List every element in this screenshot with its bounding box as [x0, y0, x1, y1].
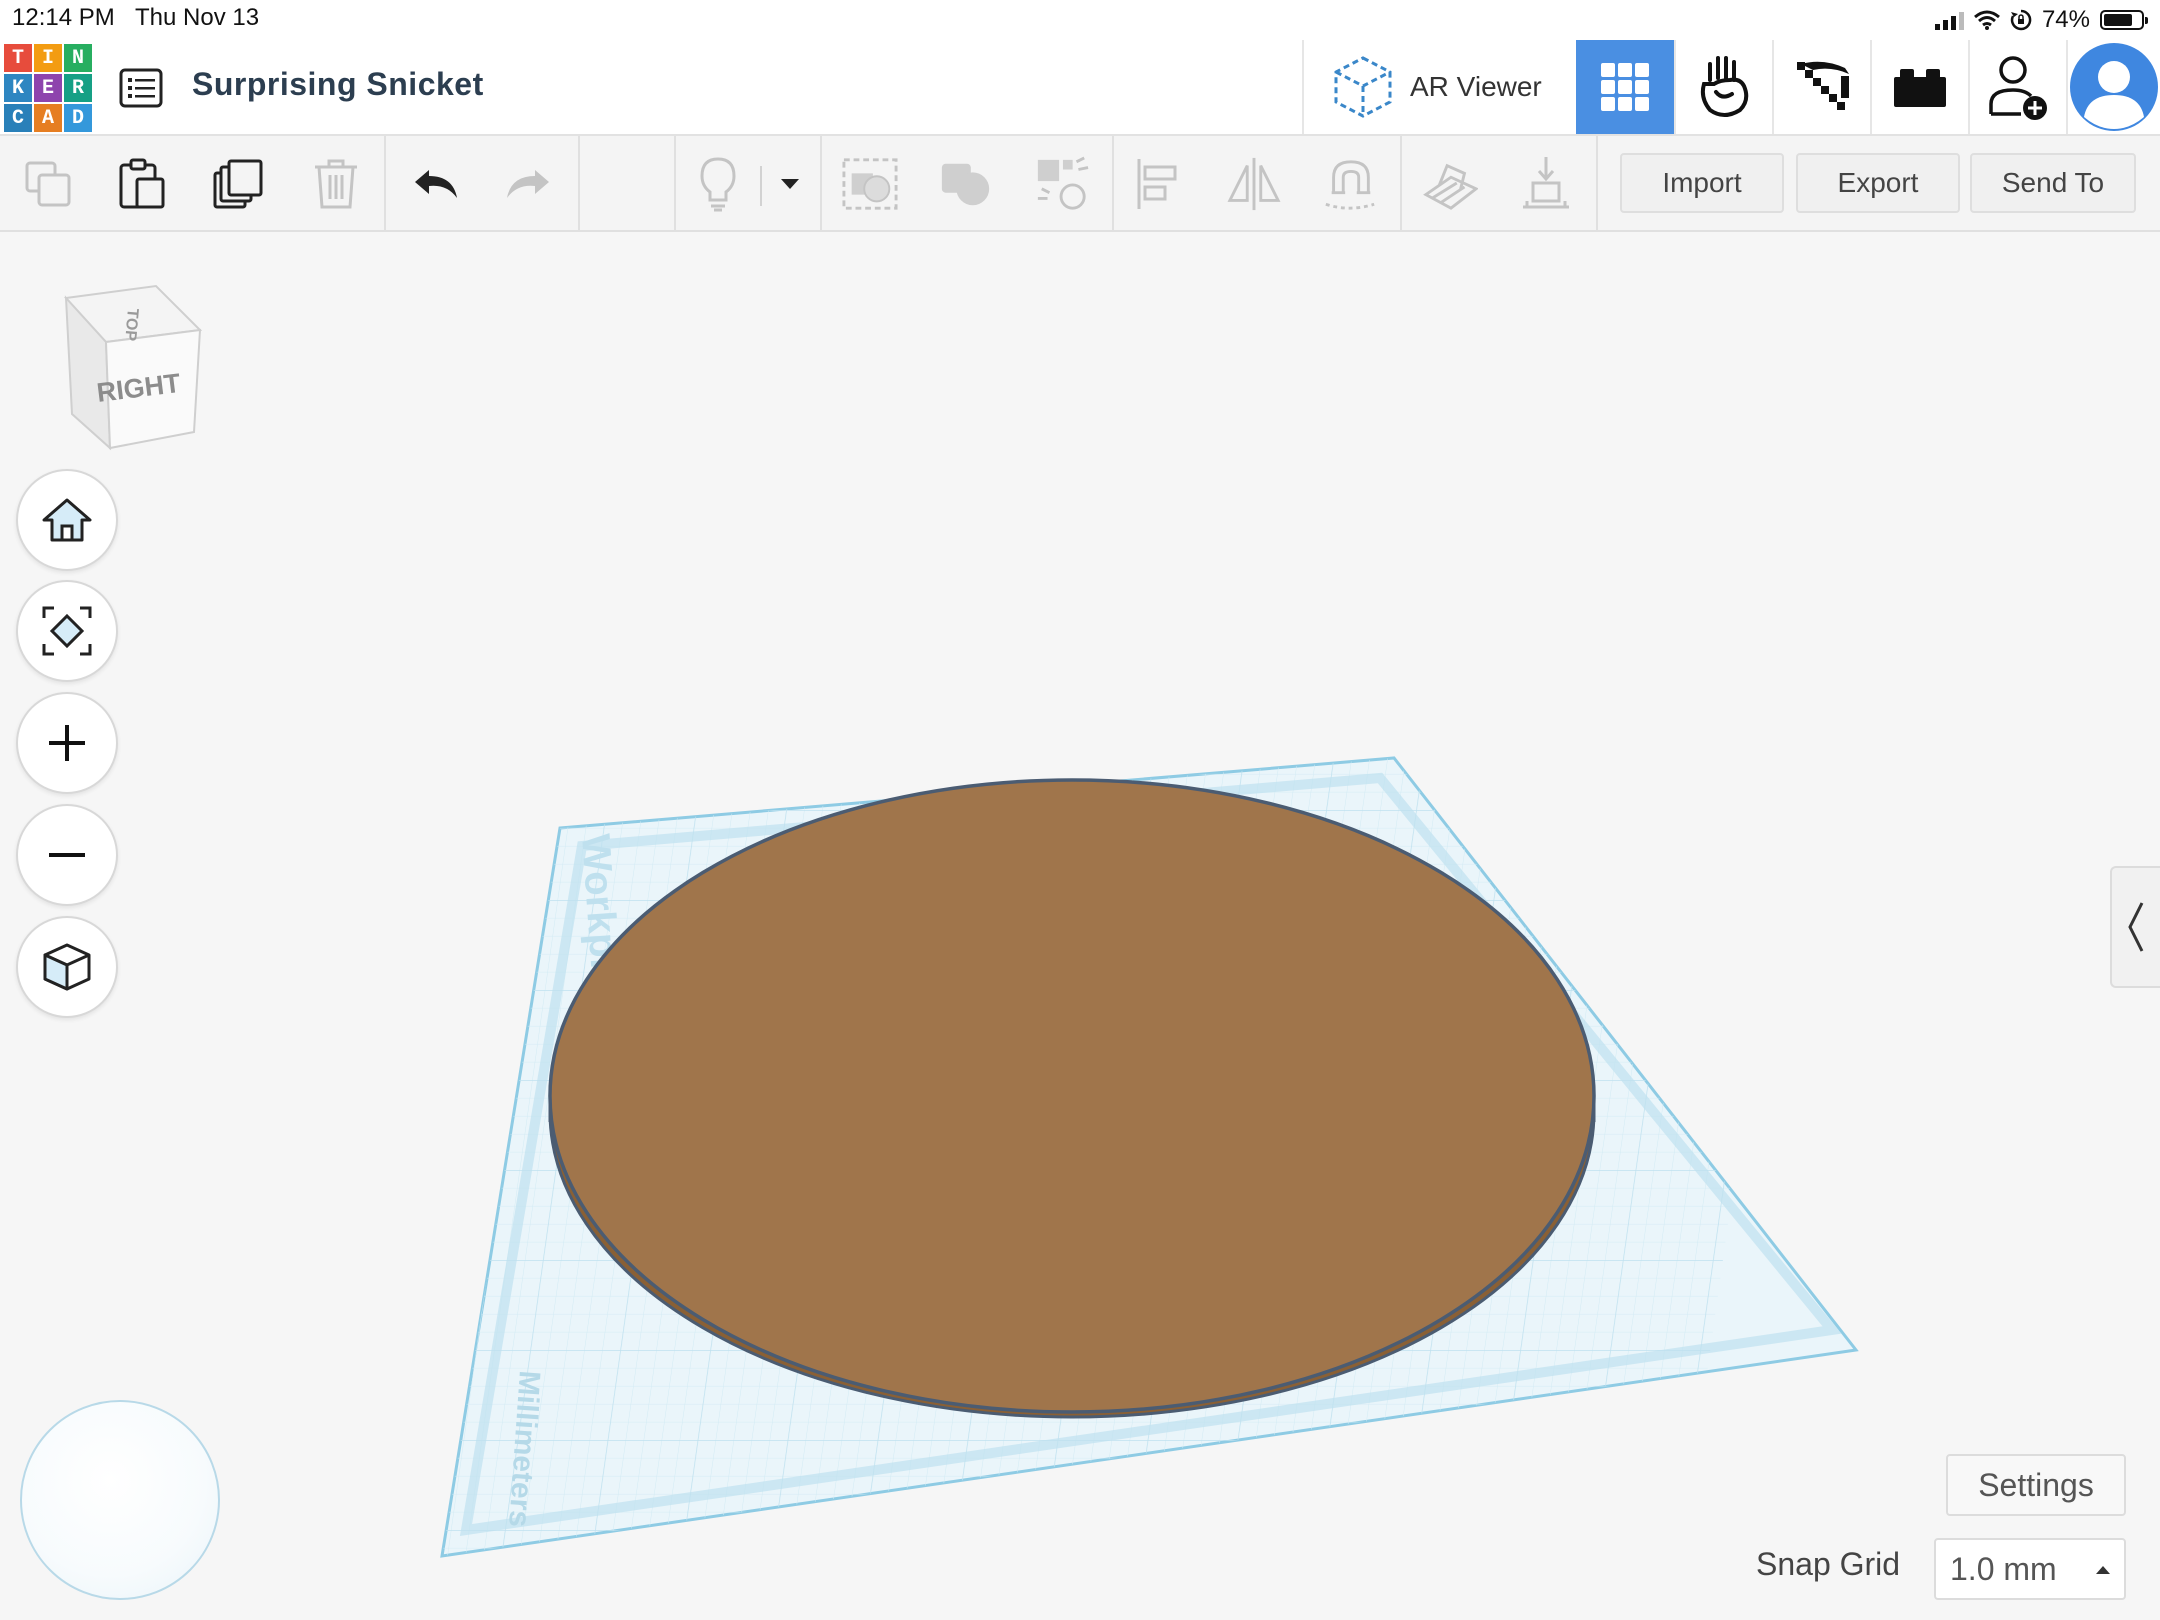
send-to-button[interactable]: Send To	[1970, 153, 2136, 213]
delete-icon	[315, 159, 357, 209]
logo-tile: D	[64, 104, 92, 132]
wifi-icon	[1973, 10, 2000, 30]
tinkercad-logo[interactable]: TIN KER CAD	[4, 44, 92, 132]
home-view-button[interactable]	[16, 469, 118, 571]
logo-tile: E	[34, 74, 62, 102]
app-header: TIN KER CAD Surprising Snicket AR Viewer	[0, 40, 2160, 136]
status-indicators: 74%	[1934, 4, 2148, 36]
user-profile-button[interactable]	[2066, 40, 2160, 134]
hole-solid-icon	[1037, 156, 1089, 210]
rotation-lock-icon	[2010, 9, 2032, 31]
perspective-toggle-button[interactable]	[16, 916, 118, 1018]
ungroup-button[interactable]	[938, 156, 994, 212]
zoom-in-icon	[49, 725, 85, 761]
group-button[interactable]	[842, 156, 898, 212]
blocks-view-button[interactable]	[1674, 40, 1772, 134]
cellular-signal-icon	[1934, 10, 1964, 30]
status-bar: 12:14 PM Thu Nov 13 74%	[0, 0, 2160, 40]
import-button[interactable]: Import	[1620, 153, 1784, 213]
align-button[interactable]	[1132, 156, 1188, 212]
list-icon	[119, 68, 163, 108]
workplane-button[interactable]	[1422, 156, 1478, 212]
hole-solid-button[interactable]	[1034, 156, 1090, 212]
logo-tile: I	[34, 44, 62, 72]
battery-percent: 74%	[2041, 6, 2090, 33]
zoom-out-button[interactable]	[16, 804, 118, 906]
undo-button[interactable]	[408, 156, 464, 212]
cruise-icon	[1325, 160, 1375, 210]
shape-panel-toggle[interactable]	[2110, 866, 2160, 988]
header-actions: AR Viewer	[1302, 40, 2160, 134]
design-menu-button[interactable]	[117, 64, 165, 112]
mirror-button[interactable]	[1226, 156, 1282, 212]
battery-icon	[2100, 10, 2148, 30]
invite-collaborator-button[interactable]	[1968, 40, 2066, 134]
avatar	[2070, 43, 2158, 131]
lightbulb-icon	[700, 157, 736, 212]
duplicate-button[interactable]	[210, 156, 266, 212]
edit-toolbar: Import Export Send To	[0, 136, 2160, 232]
chevron-left-icon	[2128, 902, 2144, 952]
cylinder-shape[interactable]	[548, 778, 1596, 1419]
orbit-joystick[interactable]	[20, 1400, 220, 1600]
viewcube-top-label[interactable]: TOP	[121, 308, 141, 342]
caret-up-icon	[2096, 1566, 2110, 1574]
drop-icon	[1523, 157, 1569, 209]
redo-button[interactable]	[500, 156, 556, 212]
logo-tile: C	[4, 104, 32, 132]
fit-view-button[interactable]	[16, 580, 118, 682]
mirror-icon	[1227, 157, 1281, 211]
ungroup-icon	[941, 163, 990, 206]
home-view-icon	[42, 498, 92, 542]
notes-button[interactable]	[690, 156, 746, 212]
project-title[interactable]: Surprising Snicket	[192, 66, 484, 103]
snap-grid-select[interactable]: 1.0 mm	[1934, 1538, 2126, 1600]
ar-viewer-button[interactable]: AR Viewer	[1302, 40, 1576, 134]
copy-icon	[25, 161, 71, 207]
settings-button[interactable]: Settings	[1946, 1454, 2126, 1516]
paste-button[interactable]	[114, 156, 170, 212]
export-button[interactable]: Export	[1796, 153, 1960, 213]
group-icon	[842, 158, 898, 210]
zoom-out-icon	[49, 853, 85, 857]
paste-icon	[119, 158, 165, 209]
ar-viewer-label: AR Viewer	[1410, 71, 1542, 102]
drop-button[interactable]	[1518, 156, 1574, 212]
logo-tile: A	[34, 104, 62, 132]
delete-button[interactable]	[308, 156, 364, 212]
snap-grid-value: 1.0 mm	[1950, 1550, 2057, 1587]
blocks-icon	[1700, 56, 1749, 117]
status-date: Thu Nov 13	[135, 4, 260, 31]
3d-design-view-button[interactable]	[1576, 40, 1674, 134]
ar-viewer-icon	[1334, 56, 1392, 118]
fit-view-icon	[42, 606, 92, 656]
zoom-in-button[interactable]	[16, 692, 118, 794]
bricks-icon	[1894, 69, 1946, 107]
cruise-button[interactable]	[1322, 156, 1378, 212]
redo-icon	[507, 170, 549, 198]
logo-tile: T	[4, 44, 32, 72]
dropdown-caret-icon	[781, 179, 799, 189]
undo-icon	[415, 170, 457, 198]
view-cube[interactable]: TOP RIGHT	[60, 282, 210, 452]
bricks-view-button[interactable]	[1870, 40, 1968, 134]
snap-grid-label: Snap Grid	[1756, 1546, 1901, 1582]
logo-tile: N	[64, 44, 92, 72]
copy-button[interactable]	[20, 156, 76, 212]
duplicate-icon	[213, 159, 263, 209]
status-time: 12:14 PM	[12, 4, 115, 31]
logo-tile: R	[64, 74, 92, 102]
3d-workspace[interactable]: Workplane Millimeters	[0, 232, 2160, 1620]
notes-dropdown-button[interactable]	[762, 156, 818, 212]
grid-view-icon	[1601, 63, 1649, 111]
align-icon	[1137, 159, 1177, 209]
invite-user-icon	[1989, 56, 2047, 120]
workplane-icon	[1423, 163, 1478, 210]
sim-lab-button[interactable]	[1772, 40, 1870, 134]
pickaxe-icon	[1797, 61, 1849, 110]
logo-tile: K	[4, 74, 32, 102]
perspective-cube-icon	[43, 943, 91, 991]
